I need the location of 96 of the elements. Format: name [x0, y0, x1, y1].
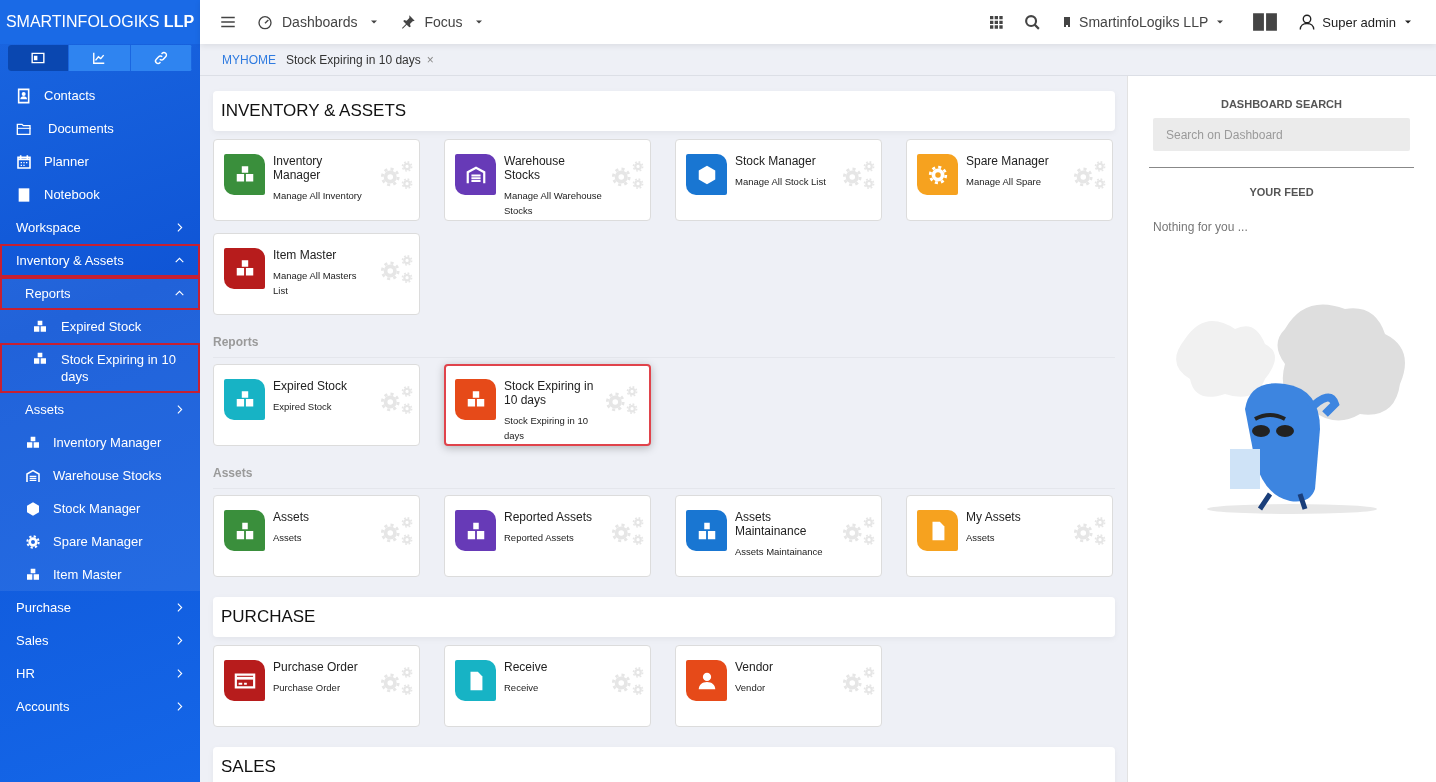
dashboard-card[interactable]: My Assets Assets [906, 495, 1113, 577]
sidebar-tab[interactable] [8, 45, 70, 71]
card-subtitle: Manage All Masters List [273, 269, 358, 298]
sidebar-group[interactable]: Inventory & Assets [0, 244, 200, 277]
card-subtitle: Expired Stock [273, 400, 333, 414]
close-button[interactable]: × [426, 52, 434, 67]
card-subtitle: Receive [504, 681, 540, 695]
sidebar-group[interactable]: Accounts [0, 690, 200, 723]
dashboard-card[interactable]: Warehouse Stocks Manage All Warehouse Stocks [444, 139, 651, 221]
card-title: Item Master [273, 248, 338, 262]
card-title: Assets [273, 510, 310, 524]
boxes-icon [25, 566, 41, 583]
dashboard-card[interactable]: Spare Manager Manage All Spare [906, 139, 1113, 221]
dashboard-card[interactable]: Assets Maintainance Assets Maintainance [675, 495, 882, 577]
warehouse-icon [25, 467, 41, 484]
breadcrumb-tab[interactable]: Stock Expiring in 10 days [286, 52, 421, 67]
dashboard-card[interactable]: Expired Stock Expired Stock [213, 364, 420, 446]
menu-dropdown[interactable]: Dashboards [247, 6, 390, 38]
gauge-icon [257, 14, 273, 30]
sidebar-group[interactable]: Sales [0, 624, 200, 657]
card-subtitle: Manage All Spare [966, 175, 1042, 189]
dashboard-card[interactable]: Stock Manager Manage All Stock List [675, 139, 882, 221]
card-subtitle: Purchase Order [273, 681, 342, 695]
boxes-icon [25, 434, 41, 451]
company-dropdown[interactable]: SmartinfoLogiks LLP [1051, 6, 1237, 38]
group-label: Reports [213, 335, 1115, 358]
card-title: Spare Manager [966, 154, 1050, 168]
card-title: Purchase Order [273, 660, 359, 674]
gear-icon [25, 533, 41, 550]
card-subtitle: Vendor [735, 681, 767, 695]
empty-message: Nothing for you ... [1153, 220, 1248, 234]
sidebar-group[interactable]: Purchase [0, 591, 200, 624]
card-subtitle: Reported Assets [504, 531, 575, 545]
sidebar-item[interactable]: Spare Manager [0, 525, 200, 558]
grid-icon [988, 14, 1005, 30]
sidebar-group[interactable]: HR [0, 657, 200, 690]
contact-icon [16, 87, 32, 104]
sidebar-item[interactable]: Item Master [0, 558, 200, 591]
card-title: My Assets [966, 510, 1022, 524]
dashboard-card[interactable]: Receive Receive [444, 645, 651, 727]
home-link[interactable]: MYHOME [222, 52, 276, 67]
boxes-icon [32, 318, 48, 335]
card-subtitle: Assets [273, 531, 303, 545]
dashboard-card[interactable]: Purchase Order Purchase Order [213, 645, 420, 727]
card-title: Stock Manager [735, 154, 817, 168]
sidebar-item[interactable]: Stock Manager [0, 492, 200, 525]
dashboard-card[interactable]: Assets Assets [213, 495, 420, 577]
dashboard-card[interactable]: Stock Expiring in 10 days Stock Expiring in 10 days [444, 364, 651, 446]
panel-title: YOUR FEED [1248, 186, 1315, 198]
calendar-icon [16, 153, 32, 170]
sidebar-item[interactable]: Warehouse Stocks [0, 459, 200, 492]
card-title: Assets Maintainance [735, 510, 808, 538]
card-subtitle: Assets Maintainance [735, 545, 824, 559]
panel-title: DASHBOARD SEARCH [1220, 98, 1343, 110]
card-subtitle: Manage All Inventory [273, 189, 363, 203]
card-subtitle: Stock Expiring in 10 days [504, 414, 589, 443]
group-label: Assets [213, 466, 1115, 489]
card-title: Reported Assets [504, 510, 594, 524]
sidebar-item[interactable]: Planner [0, 145, 200, 178]
section-header: SALES [213, 747, 1115, 782]
user-icon [1298, 13, 1317, 31]
sidebar-item[interactable]: Inventory Manager [0, 426, 200, 459]
sidebar-item[interactable]: Expired Stock [0, 310, 200, 343]
search-icon [1024, 13, 1042, 31]
sidebar-group[interactable]: Reports [0, 277, 200, 310]
link-icon [153, 51, 168, 65]
boxes-icon [32, 351, 48, 367]
user-menu[interactable]: Super admin [1288, 6, 1424, 38]
notebook-icon [16, 186, 32, 203]
search-field[interactable]: Search on Dashboard [1153, 118, 1410, 151]
card-subtitle: Manage All Stock List [735, 175, 827, 189]
section-header: PURCHASE [213, 597, 1115, 637]
sidebar-item[interactable]: Notebook [0, 178, 200, 211]
card-title: Receive [504, 660, 549, 674]
card-title: Vendor [735, 660, 775, 674]
dashboard-card[interactable]: Item Master Manage All Masters List [213, 233, 420, 315]
dashboard-card[interactable]: Vendor Vendor [675, 645, 882, 727]
sidebar-group[interactable]: Assets [0, 393, 200, 426]
section-header: INVENTORY & ASSETS [213, 91, 1115, 131]
sidebar-group[interactable]: Workspace [0, 211, 200, 244]
card-subtitle: Assets [966, 531, 996, 545]
card-subtitle: Manage All Warehouse Stocks [504, 189, 602, 218]
menu-dropdown[interactable]: Focus [389, 6, 495, 38]
dashboard-card[interactable]: Reported Assets Reported Assets [444, 495, 651, 577]
dashboard-card[interactable]: Inventory Manager Manage All Inventory [213, 139, 420, 221]
card-title: Stock Expiring in 10 days [504, 379, 595, 407]
chart-icon [92, 51, 107, 65]
card-title: Expired Stock [273, 379, 349, 393]
card-title: Inventory Manager [273, 154, 324, 182]
card-title: Warehouse Stocks [504, 154, 566, 182]
cube-icon [25, 500, 41, 517]
sidebar-item[interactable]: Stock Expiring in 10 days [0, 343, 200, 393]
sidebar-item[interactable]: Contacts [0, 79, 200, 112]
card-icon [31, 51, 46, 65]
sidebar-item[interactable]: Documents [0, 112, 200, 145]
brand-logo: SMARTINFOLOGIKS LLP [0, 0, 200, 44]
